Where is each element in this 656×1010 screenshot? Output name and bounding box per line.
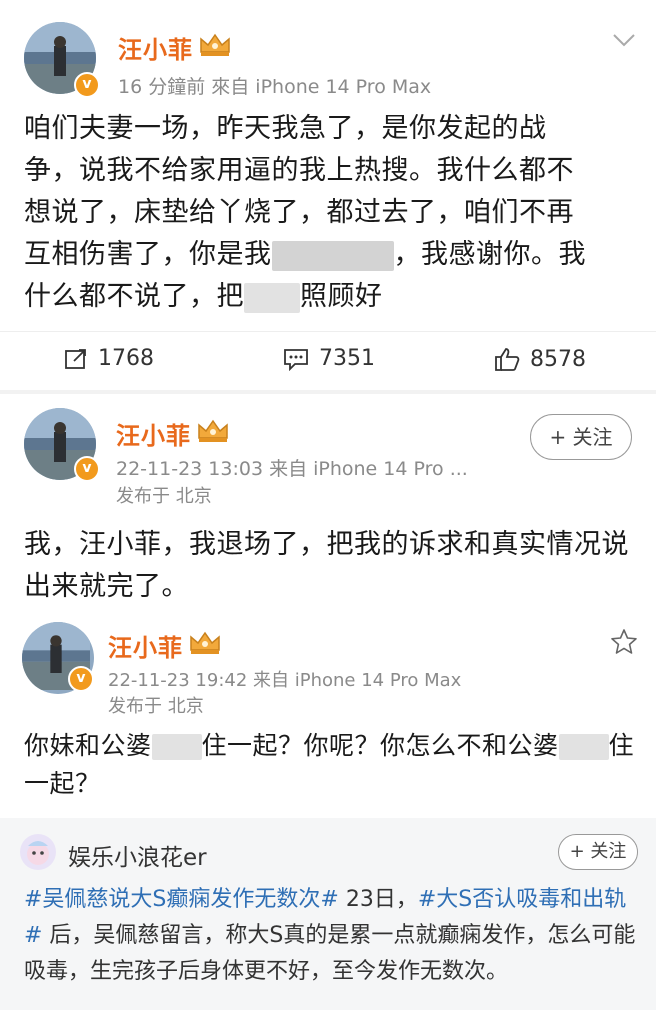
post-meta: 22-11-23 13:03 来自 iPhone 14 Pro ... xyxy=(116,458,468,480)
blurred-text xyxy=(558,734,609,760)
body-line: 互相伤害了，你是我 ，我感谢你。我 xyxy=(24,239,586,271)
post-location: 发布于 北京 xyxy=(108,696,204,717)
repost-button[interactable]: 1768 xyxy=(64,346,154,371)
body-line: 一起？ xyxy=(24,769,101,798)
blurred-text xyxy=(244,282,300,313)
follow-button[interactable]: + 关注 xyxy=(530,414,632,460)
post-3: v 汪小菲 22-11-23 19:42 来自 iPhone 14 Pro Ma… xyxy=(0,608,656,814)
post-meta: 16 分鐘前 來自 iPhone 14 Pro Max xyxy=(118,76,432,98)
post-location: 发布于 北京 xyxy=(116,486,212,507)
author-name[interactable]: 汪小菲 xyxy=(118,30,193,65)
star-icon[interactable] xyxy=(610,628,638,656)
body-line: 什么都不说了，把 照顾好 xyxy=(24,281,383,313)
blurred-text xyxy=(271,240,394,271)
post-2: v 汪小菲 22-11-23 13:03 来自 iPhone 14 Pro ..… xyxy=(0,394,656,608)
action-bar: 1768 7351 8578 xyxy=(0,331,656,392)
verified-v-icon: v xyxy=(74,456,100,482)
blurred-text xyxy=(151,734,202,760)
repost-icon xyxy=(65,348,86,369)
comment-icon xyxy=(284,348,308,371)
post-meta: 22-11-23 19:42 来自 iPhone 14 Pro Max xyxy=(108,670,462,691)
like-icon xyxy=(495,348,520,371)
body-line: 争，说我不给家用逼的我上热搜。我什么都不 xyxy=(24,155,574,186)
comment-button[interactable]: 7351 xyxy=(283,346,375,371)
avatar-cartoon xyxy=(27,841,49,865)
chevron-down-icon[interactable] xyxy=(612,32,636,48)
body-line: 出来就完了。 xyxy=(24,571,189,602)
author-name[interactable]: 汪小菲 xyxy=(108,628,183,663)
body-line: 我，汪小菲，我退场了，把我的诉求和真实情况说 xyxy=(24,529,629,560)
hashtag-link[interactable]: #吴佩慈说大S癫痫发作无数次# xyxy=(24,887,339,912)
comment-count: 7351 xyxy=(319,346,375,371)
avatar[interactable] xyxy=(20,834,56,870)
crown-icon xyxy=(200,33,230,56)
body-line: 咱们夫妻一场，昨天我急了，是你发起的战 xyxy=(24,113,547,144)
like-count: 8578 xyxy=(530,346,586,372)
like-button[interactable]: 8578 xyxy=(494,346,586,372)
post-body: 你妹和公婆 住一起？你呢？你怎么不和公婆住 一起？ xyxy=(24,727,644,803)
repost-text: #吴佩慈说大S癫痫发作无数次# 23日，#大S否认吸毒和出轨# 后，吴佩慈留言，… xyxy=(24,887,636,984)
body-line: 你妹和公婆 住一起？你呢？你怎么不和公婆住 xyxy=(24,731,635,760)
post-body: 咱们夫妻一场，昨天我急了，是你发起的战 争，说我不给家用逼的我上热搜。我什么都不… xyxy=(24,108,644,318)
crown-icon xyxy=(198,419,228,442)
crown-icon xyxy=(190,631,220,654)
repost-author[interactable]: 娱乐小浪花er xyxy=(68,838,207,872)
repost-count: 1768 xyxy=(98,346,154,371)
author-name[interactable]: 汪小菲 xyxy=(116,416,191,451)
post-1: v 汪小菲 16 分鐘前 來自 iPhone 14 Pro Max 咱们夫妻一场… xyxy=(0,0,656,392)
follow-button[interactable]: + 关注 xyxy=(558,834,638,870)
body-line: 想说了，床垫给丫烧了，都过去了，咱们不再 xyxy=(24,197,574,228)
verified-v-icon: v xyxy=(68,666,94,692)
verified-v-icon: v xyxy=(74,72,100,98)
post-body: 我，汪小菲，我退场了，把我的诉求和真实情况说 出来就完了。 xyxy=(24,524,644,608)
